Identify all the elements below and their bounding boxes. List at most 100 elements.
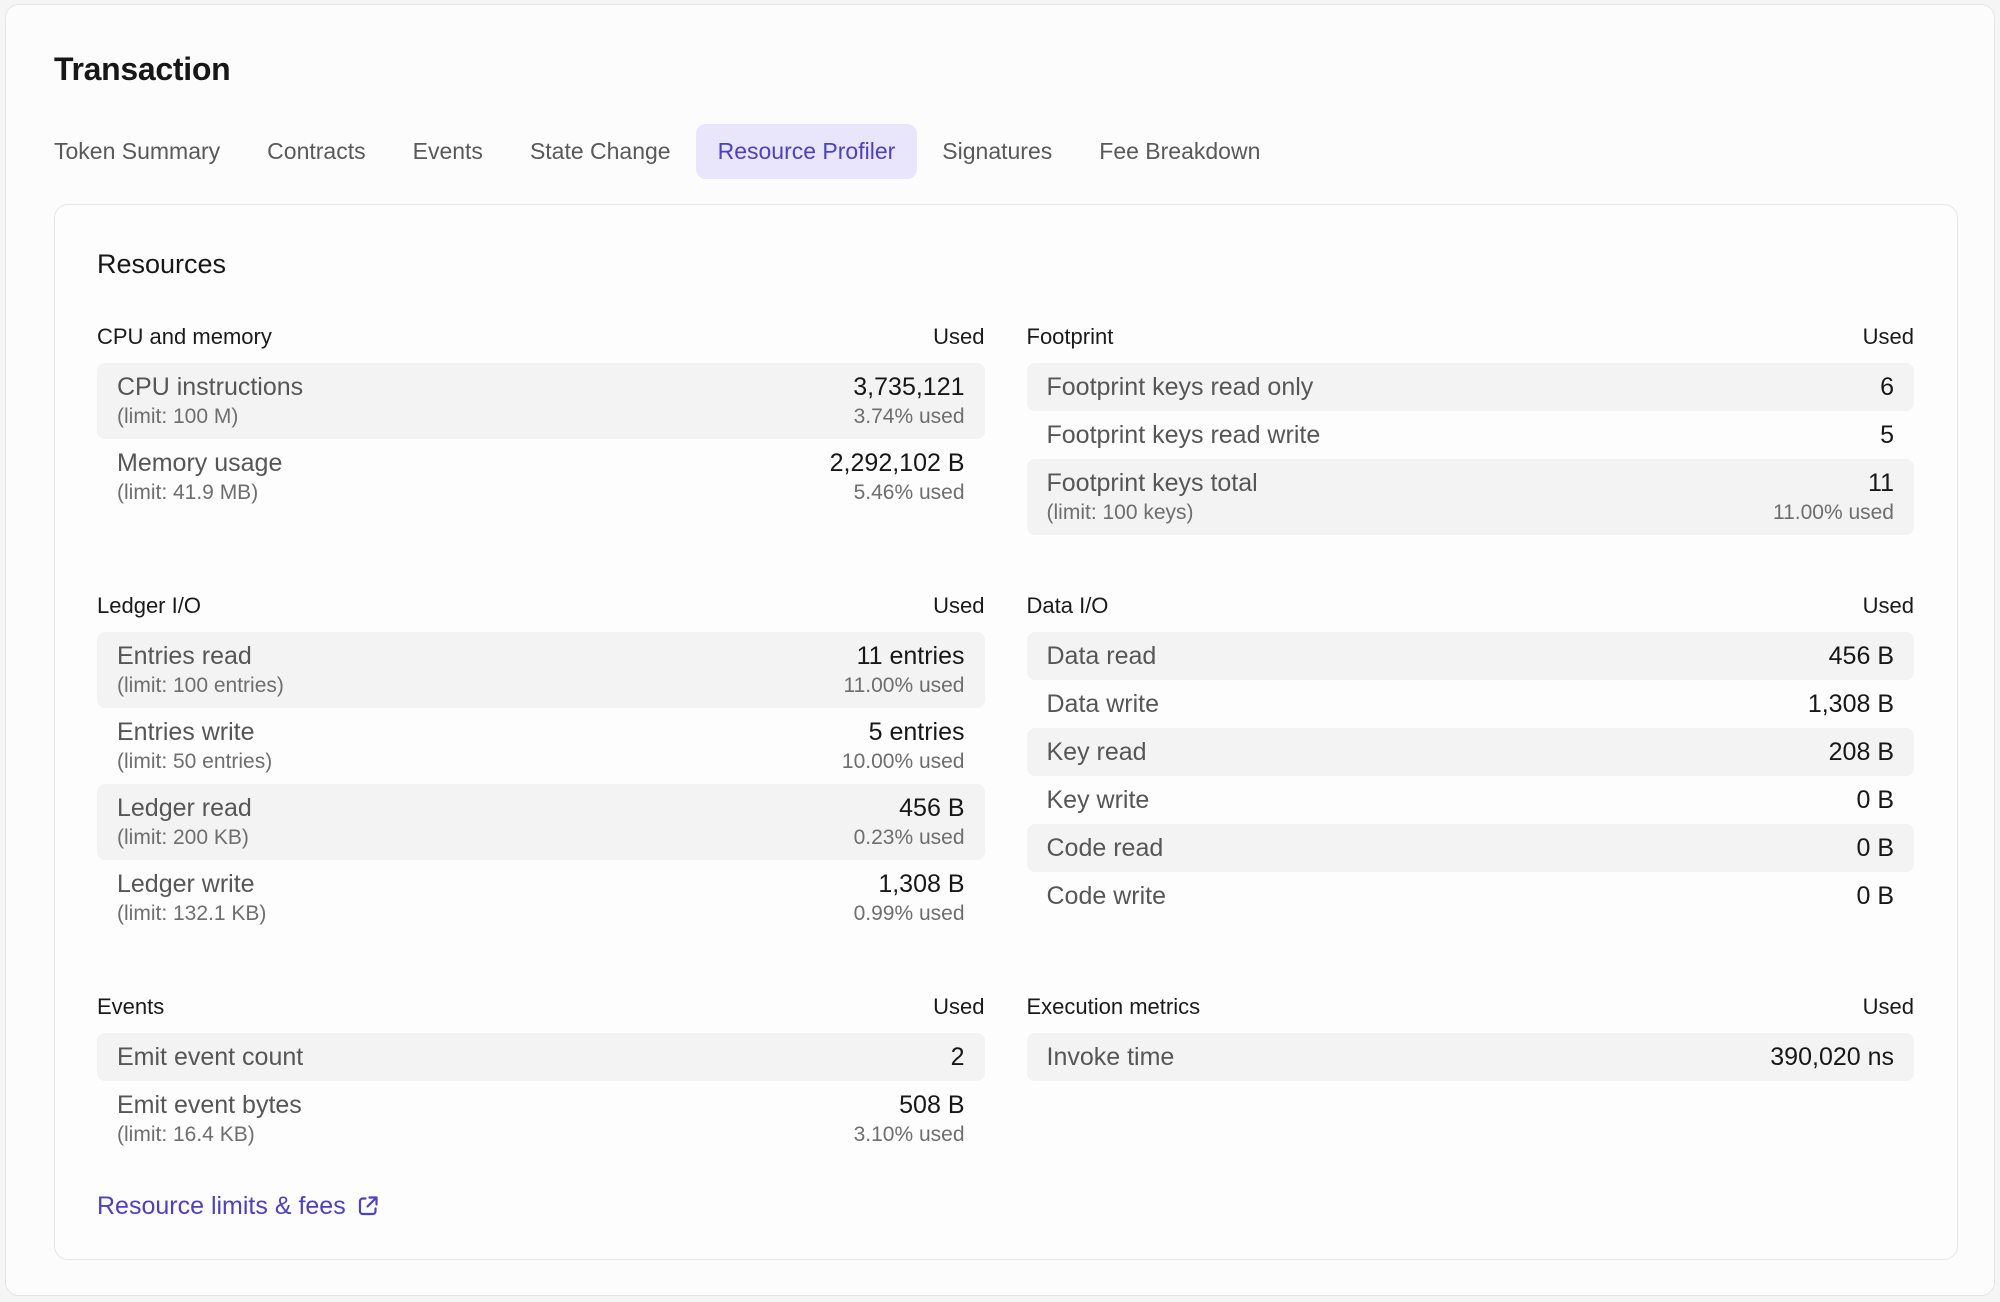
row-value-group: 3,735,1213.74% used: [853, 372, 964, 430]
row-label: Ledger read: [117, 793, 252, 823]
section-rows: Invoke time 390,020 ns: [1027, 1033, 1915, 1081]
row-value-group: 456 B0.23% used: [854, 793, 965, 851]
row-percent-used: 10.00% used: [842, 749, 965, 775]
row-percent-used: 3.10% used: [854, 1122, 965, 1148]
row-value: 5 entries: [842, 717, 965, 747]
row-label-group: Key write: [1047, 785, 1150, 815]
section-title: Ledger I/O: [97, 593, 201, 619]
row-label: Key write: [1047, 785, 1150, 815]
section-rows: Entries read(limit: 100 entries) 11 entri…: [97, 632, 985, 936]
row-value: 390,020 ns: [1770, 1042, 1894, 1072]
page-title: Transaction: [54, 51, 1946, 88]
row-value: 1,308 B: [1808, 689, 1894, 719]
row-footprint-keys-read-only: Footprint keys read only6: [1027, 363, 1915, 411]
section-rows: Footprint keys read only6 Footprint keys …: [1027, 363, 1915, 535]
transaction-panel: Transaction Token Summary Contracts Events…: [5, 4, 1995, 1296]
row-data-write: Data write 1,308 B: [1027, 680, 1915, 728]
tab-signatures[interactable]: Signatures: [942, 124, 1052, 179]
row-value: 456 B: [854, 793, 965, 823]
section-footprint: FootprintUsedFootprint keys read only6Fo…: [1027, 324, 1915, 535]
section-header-events: Events Used: [97, 994, 985, 1020]
row-key-write: Key write0 B: [1027, 776, 1915, 824]
row-label-group: Key read: [1047, 737, 1147, 767]
row-label: Ledger write: [117, 869, 266, 899]
row-value-group: 5: [1880, 420, 1894, 450]
section-rows: Emit event count 2 Emit event bytes(limit:…: [97, 1033, 985, 1157]
row-label-group: Emit event count: [117, 1042, 303, 1072]
resource-limits-link-label: Resource limits & fees: [97, 1191, 346, 1221]
row-label: Key read: [1047, 737, 1147, 767]
row-memory-usage: Memory usage(limit: 41.9 MB) 2,292,102 B5…: [97, 439, 985, 515]
section-header-footprint: FootprintUsed: [1027, 324, 1915, 350]
row-value-group: 0 B: [1856, 881, 1894, 911]
resources-grid: CPU and memoryUsedCPU instructions(limit…: [97, 324, 1914, 1157]
row-value: 456 B: [1829, 641, 1894, 671]
used-column-header: Used: [933, 324, 984, 350]
row-entries-write: Entries write(limit: 50 entries) 5 entrie…: [97, 708, 985, 784]
row-label: Memory usage: [117, 448, 282, 478]
row-value-group: 6: [1880, 372, 1894, 402]
row-label-group: Data read: [1047, 641, 1157, 671]
row-percent-used: 0.23% used: [854, 825, 965, 851]
tab-events[interactable]: Events: [413, 124, 483, 179]
row-label: Data read: [1047, 641, 1157, 671]
tab-fee-breakdown[interactable]: Fee Breakdown: [1099, 124, 1260, 179]
section-title: Events: [97, 994, 164, 1020]
tab-resource-profiler[interactable]: Resource Profiler: [696, 124, 918, 179]
row-code-write: Code write 0 B: [1027, 872, 1915, 920]
row-value-group: 1111.00% used: [1773, 468, 1894, 526]
used-column-header: Used: [933, 994, 984, 1020]
row-label-group: Emit event bytes(limit: 16.4 KB): [117, 1090, 302, 1148]
row-label-group: Entries read(limit: 100 entries): [117, 641, 284, 699]
row-label: CPU instructions: [117, 372, 303, 402]
row-label-group: Ledger write(limit: 132.1 KB): [117, 869, 266, 927]
row-value: 208 B: [1829, 737, 1894, 767]
row-value-group: 1,308 B0.99% used: [854, 869, 965, 927]
row-value: 2,292,102 B: [830, 448, 965, 478]
row-value-group: 0 B: [1856, 833, 1894, 863]
row-limit: (limit: 100 keys): [1047, 500, 1258, 526]
section-execution-metrics: Execution metricsUsedInvoke time390,020 …: [1027, 994, 1915, 1081]
resource-limits-link[interactable]: Resource limits & fees: [97, 1191, 380, 1221]
page-background: Transaction Token Summary Contracts Events…: [0, 0, 2000, 1302]
row-label: Entries write: [117, 717, 272, 747]
row-label-group: Invoke time: [1047, 1042, 1175, 1072]
row-code-read: Code read 0 B: [1027, 824, 1915, 872]
row-label-group: Data write: [1047, 689, 1160, 719]
row-label-group: Footprint keys read write: [1047, 420, 1321, 450]
row-label-group: Code read: [1047, 833, 1164, 863]
row-limit: (limit: 16.4 KB): [117, 1122, 302, 1148]
row-value: 0 B: [1856, 881, 1894, 911]
row-footprint-keys-total: Footprint keys total(limit: 100 keys)111…: [1027, 459, 1915, 535]
row-label-group: Entries write(limit: 50 entries): [117, 717, 272, 775]
tab-state-change[interactable]: State Change: [530, 124, 671, 179]
row-limit: (limit: 41.9 MB): [117, 480, 282, 506]
row-label-group: Memory usage(limit: 41.9 MB): [117, 448, 282, 506]
row-limit: (limit: 132.1 KB): [117, 901, 266, 927]
row-emit-event-count: Emit event count 2: [97, 1033, 985, 1081]
row-data-read: Data read 456 B: [1027, 632, 1915, 680]
row-percent-used: 5.46% used: [830, 480, 965, 506]
row-ledger-write: Ledger write(limit: 132.1 KB) 1,308 B0.99…: [97, 860, 985, 936]
section-ledger-io: Ledger I/OUsedEntries read(limit: 100 en…: [97, 593, 985, 936]
row-label: Emit event count: [117, 1042, 303, 1072]
row-value: 2: [951, 1042, 965, 1072]
section-title: Execution metrics: [1027, 994, 1201, 1020]
section-data-io: Data I/OUsedData read456 BData write1,30…: [1027, 593, 1915, 920]
row-emit-event-bytes: Emit event bytes(limit: 16.4 KB)508 B3.1…: [97, 1081, 985, 1157]
tab-bar: Token Summary Contracts Events State Change…: [54, 124, 1946, 179]
tab-contracts[interactable]: Contracts: [267, 124, 365, 179]
row-label-group: Code write: [1047, 881, 1167, 911]
row-percent-used: 11.00% used: [1773, 500, 1894, 526]
row-key-read: Key read 208 B: [1027, 728, 1915, 776]
tab-token-summary[interactable]: Token Summary: [54, 124, 220, 179]
section-cpu-and-memory: CPU and memoryUsedCPU instructions(limit…: [97, 324, 985, 515]
row-label: Entries read: [117, 641, 284, 671]
row-value-group: 456 B: [1829, 641, 1894, 671]
section-events: Events Used Emit event count 2 Emit event by…: [97, 994, 985, 1157]
external-link-icon: [356, 1194, 380, 1218]
row-value: 11 entries: [843, 641, 964, 671]
row-label: Emit event bytes: [117, 1090, 302, 1120]
used-column-header: Used: [1863, 593, 1914, 619]
row-cpu-instructions: CPU instructions(limit: 100 M)3,735,1213…: [97, 363, 985, 439]
